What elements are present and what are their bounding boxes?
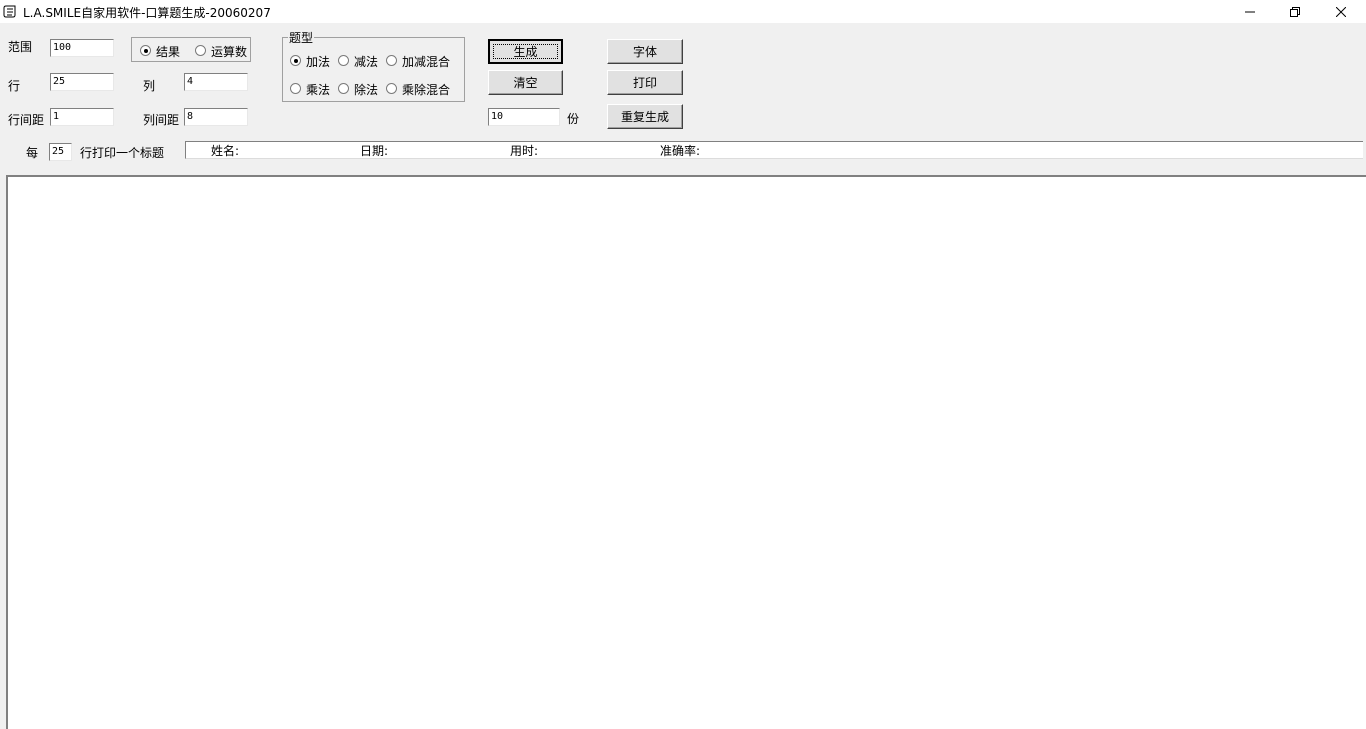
print-header-label: 行打印一个标题 [80,146,165,160]
minimize-button[interactable] [1227,0,1273,23]
regenerate-button-label: 重复生成 [620,110,669,124]
clear-button[interactable]: 清空 [488,70,563,95]
output-area[interactable] [6,175,1366,729]
restore-icon [1290,6,1300,17]
font-button-label: 字体 [632,45,657,59]
minimize-icon [1245,11,1255,12]
division-label[interactable]: 除法 [354,81,378,98]
regenerate-button[interactable]: 重复生成 [607,104,683,129]
subtraction-radio[interactable] [338,55,349,66]
window-title: L.A.SMILE自家用软件-口算题生成-20060207 [23,6,271,20]
cols-input[interactable]: 4 [184,73,248,91]
add-sub-mixed-radio[interactable] [386,55,397,66]
cols-label: 列 [143,79,156,93]
generate-button[interactable]: 生成 [488,39,563,64]
mul-div-mixed-radio[interactable] [386,83,397,94]
add-sub-mixed-label[interactable]: 加减混合 [402,53,450,70]
question-type-label: 题型 [288,29,315,46]
copies-input[interactable]: 10 [488,108,560,126]
col-gap-label: 列间距 [143,113,180,127]
row-gap-label: 行间距 [8,113,45,127]
print-button[interactable]: 打印 [607,70,683,95]
multiplication-radio[interactable] [290,83,301,94]
accuracy-label: 准确率: [660,144,701,158]
subtraction-label[interactable]: 减法 [354,53,378,70]
print-button-label: 打印 [632,76,657,90]
addition-radio[interactable] [290,55,301,66]
close-icon [1336,6,1346,17]
clear-button-label: 清空 [513,76,538,90]
range-input[interactable]: 100 [50,39,114,57]
operand-radio-label[interactable]: 运算数 [211,43,247,60]
focus-rect [493,44,558,59]
every-label: 每 [26,146,39,160]
rows-input[interactable]: 25 [50,73,114,91]
result-radio[interactable] [140,45,151,56]
mul-div-mixed-label[interactable]: 乘除混合 [402,81,450,98]
date-label: 日期: [360,144,389,158]
division-radio[interactable] [338,83,349,94]
time-label: 用时: [510,144,539,158]
every-rows-input[interactable]: 25 [49,143,72,161]
row-gap-input[interactable]: 1 [50,108,114,126]
copies-unit-label: 份 [567,112,580,126]
addition-label[interactable]: 加法 [306,53,330,70]
operand-radio[interactable] [195,45,206,56]
font-button[interactable]: 字体 [607,39,683,64]
rows-label: 行 [8,79,21,93]
name-label: 姓名: [211,144,240,158]
result-radio-label[interactable]: 结果 [156,43,180,60]
close-button[interactable] [1318,0,1364,23]
multiplication-label[interactable]: 乘法 [306,81,330,98]
restore-button[interactable] [1272,0,1318,23]
scroll-app-icon [3,4,18,19]
col-gap-input[interactable]: 8 [184,108,248,126]
range-label: 范围 [8,40,33,54]
